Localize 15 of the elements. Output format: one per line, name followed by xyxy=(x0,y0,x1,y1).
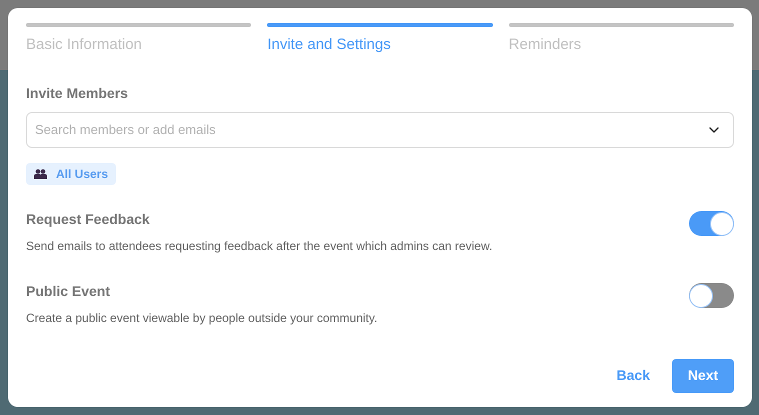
users-icon xyxy=(34,168,47,178)
step-tab[interactable]: Reminders xyxy=(508,23,734,56)
toggle-switch[interactable] xyxy=(689,283,734,308)
setting-description: Send emails to attendees requesting feedback after the event which admins can review. xyxy=(26,238,494,254)
setting-description: Create a public event viewable by people outside your community. xyxy=(26,310,378,326)
field-label: Invite Members xyxy=(26,84,129,102)
user-group-chip[interactable]: All Users xyxy=(26,162,116,184)
next-button[interactable]: Next xyxy=(672,358,734,392)
setting-title: Public Event xyxy=(26,282,112,300)
toggle-switch[interactable] xyxy=(689,211,734,236)
member-search-field[interactable]: Search members or add emails xyxy=(26,112,734,148)
step-tab[interactable]: Basic Information xyxy=(26,23,252,56)
setting-title: Request Feedback xyxy=(26,210,151,229)
back-button[interactable]: Back xyxy=(616,365,650,386)
step-tab[interactable]: Invite and Settings xyxy=(267,23,493,56)
